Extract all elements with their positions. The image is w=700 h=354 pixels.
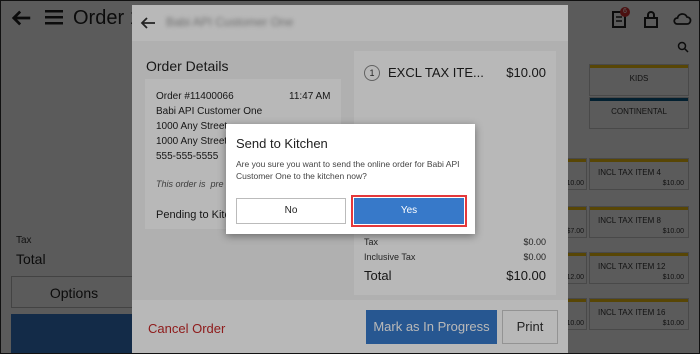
send-to-kitchen-dialog: Send to Kitchen Are you sure you want to… xyxy=(226,124,475,234)
app-frame: Order 10 6 Tax Total Options KIDS CONTIN… xyxy=(0,0,700,354)
no-button[interactable]: No xyxy=(236,198,346,224)
dialog-title: Send to Kitchen xyxy=(236,136,328,151)
yes-button[interactable]: Yes xyxy=(351,195,467,227)
dialog-message: Are you sure you want to send the online… xyxy=(236,159,460,181)
